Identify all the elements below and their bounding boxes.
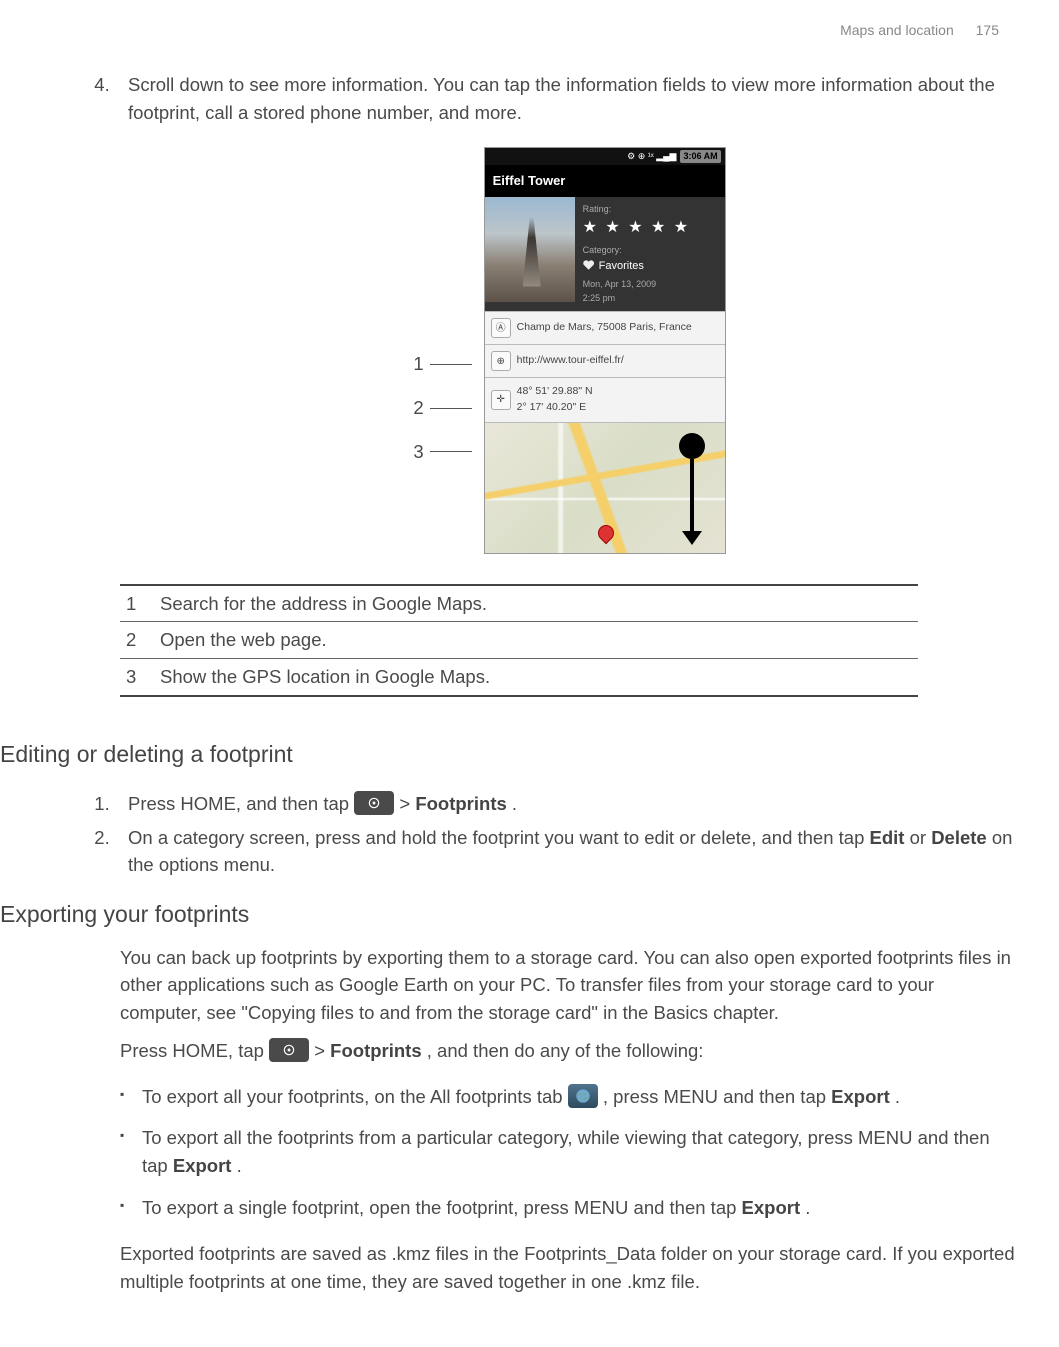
phone-mockup: ⚙ ⊕ ¹ˣ ▂▄▆ 3:06 AM Eiffel Tower Rating: … <box>484 147 726 554</box>
date-line-2: 2:25 pm <box>583 292 717 306</box>
text-fragment: To export all your footprints, on the Al… <box>142 1086 568 1107</box>
text-fragment: > <box>399 793 415 814</box>
pin-icon: Ⓐ <box>491 318 511 338</box>
callout-line <box>430 408 472 409</box>
text-fragment: . <box>512 793 517 814</box>
footprint-title: Eiffel Tower <box>485 165 725 197</box>
coords-row: ✛ 48° 51' 29.88" N 2° 17' 40.20" E <box>485 377 725 422</box>
legend-num: 3 <box>120 659 160 696</box>
category-value: Favorites <box>599 258 644 275</box>
ui-label-export: Export <box>742 1197 801 1218</box>
text-fragment: Press HOME, tap <box>120 1040 269 1061</box>
ui-label-footprints: Footprints <box>330 1040 421 1061</box>
edit-steps-list: Press HOME, and then tap > Footprints . … <box>0 790 1019 879</box>
url-text: http://www.tour-eiffel.fr/ <box>517 353 624 369</box>
crosshair-icon: ✛ <box>491 390 511 410</box>
rating-stars: ★ ★ ★ ★ ★ <box>583 216 717 240</box>
map-pin-icon <box>598 525 612 547</box>
date-line-1: Mon, Apr 13, 2009 <box>583 278 717 292</box>
address-row: Ⓐ Champ de Mars, 75008 Paris, France <box>485 311 725 344</box>
text-fragment: . <box>805 1197 810 1218</box>
category-row: Favorites <box>583 258 717 275</box>
legend-text: Search for the address in Google Maps. <box>160 585 918 622</box>
export-bullet-1: To export all your footprints, on the Al… <box>120 1083 1019 1111</box>
text-fragment: , and then do any of the following: <box>427 1040 704 1061</box>
text-fragment: Press HOME, and then tap <box>128 793 354 814</box>
status-time: 3:06 AM <box>680 150 720 164</box>
text-fragment: or <box>910 827 932 848</box>
ui-label-footprints: Footprints <box>415 793 506 814</box>
text-fragment: To export a single footprint, open the f… <box>142 1197 742 1218</box>
legend-num: 1 <box>120 585 160 622</box>
coords-line-1: 48° 51' 29.88" N <box>517 384 593 400</box>
export-outro: Exported footprints are saved as .kmz fi… <box>120 1240 1019 1296</box>
callout-legend-table: 1 Search for the address in Google Maps.… <box>120 584 918 697</box>
scroll-indicator <box>679 433 705 545</box>
callout-line <box>430 364 472 365</box>
export-bullet-2: To export all the footprints from a part… <box>120 1124 1019 1180</box>
heading-exporting: Exporting your footprints <box>0 897 1019 932</box>
page-number: 175 <box>976 22 999 38</box>
text-fragment: To export all the footprints from a part… <box>142 1127 990 1176</box>
text-fragment: . <box>237 1155 242 1176</box>
legend-text: Open the web page. <box>160 622 918 659</box>
callout-2-num: 2 <box>413 394 423 422</box>
legend-text: Show the GPS location in Google Maps. <box>160 659 918 696</box>
edit-step-1: Press HOME, and then tap > Footprints . <box>120 790 1019 818</box>
callout-1-num: 1 <box>413 350 423 378</box>
status-bar: ⚙ ⊕ ¹ˣ ▂▄▆ 3:06 AM <box>485 148 725 166</box>
address-text: Champ de Mars, 75008 Paris, France <box>517 320 692 336</box>
table-row: 1 Search for the address in Google Maps. <box>120 585 918 622</box>
rating-label: Rating: <box>583 203 717 217</box>
export-bullet-3: To export a single footprint, open the f… <box>120 1194 1019 1222</box>
text-fragment: > <box>314 1040 330 1061</box>
coords-text: 48° 51' 29.88" N 2° 17' 40.20" E <box>517 384 593 416</box>
all-footprints-tab-icon <box>568 1084 598 1108</box>
page-header: Maps and location 175 <box>0 20 1019 41</box>
heart-icon <box>583 260 595 272</box>
text-fragment: . <box>895 1086 900 1107</box>
heading-editing: Editing or deleting a footprint <box>0 737 1019 772</box>
section-title: Maps and location <box>840 22 954 38</box>
apps-icon <box>269 1038 309 1062</box>
edit-step-2: On a category screen, press and hold the… <box>120 824 1019 880</box>
procedure-list-continued: Scroll down to see more information. You… <box>0 71 1019 127</box>
ui-label-edit: Edit <box>870 827 905 848</box>
step-4-text: Scroll down to see more information. You… <box>128 74 995 123</box>
callout-3-num: 3 <box>413 438 423 466</box>
apps-icon <box>354 791 394 815</box>
url-row: ⊕ http://www.tour-eiffel.fr/ <box>485 344 725 377</box>
info-header: Rating: ★ ★ ★ ★ ★ Category: Favorites Mo… <box>485 197 725 312</box>
step-4: Scroll down to see more information. You… <box>120 71 1019 127</box>
callout-3: 3 <box>413 438 471 466</box>
export-intro: You can back up footprints by exporting … <box>120 944 1019 1027</box>
ui-label-export: Export <box>831 1086 890 1107</box>
footprint-photo <box>485 197 575 302</box>
text-fragment: On a category screen, press and hold the… <box>128 827 870 848</box>
footprint-meta: Rating: ★ ★ ★ ★ ★ Category: Favorites Mo… <box>575 197 725 312</box>
export-bullets: To export all your footprints, on the Al… <box>0 1083 1019 1222</box>
ui-label-export: Export <box>173 1155 232 1176</box>
screenshot-figure: 1 2 3 ⚙ ⊕ ¹ˣ ▂▄▆ 3:06 AM Eiffel Tower Ra… <box>0 147 1019 554</box>
category-label: Category: <box>583 244 717 258</box>
map-preview <box>485 422 725 553</box>
globe-icon: ⊕ <box>491 351 511 371</box>
callout-1: 1 <box>413 350 471 378</box>
export-intro-block: You can back up footprints by exporting … <box>0 944 1019 1065</box>
ui-label-delete: Delete <box>931 827 987 848</box>
callout-line <box>430 451 472 452</box>
legend-num: 2 <box>120 622 160 659</box>
text-fragment: , press MENU and then tap <box>603 1086 831 1107</box>
callout-2: 2 <box>413 394 471 422</box>
table-row: 2 Open the web page. <box>120 622 918 659</box>
table-row: 3 Show the GPS location in Google Maps. <box>120 659 918 696</box>
export-lead: Press HOME, tap > Footprints , and then … <box>120 1037 1019 1065</box>
coords-line-2: 2° 17' 40.20" E <box>517 400 593 416</box>
callout-column: 1 2 3 <box>413 350 471 465</box>
export-outro-block: Exported footprints are saved as .kmz fi… <box>0 1240 1019 1296</box>
status-icons: ⚙ ⊕ ¹ˣ ▂▄▆ <box>627 150 676 164</box>
